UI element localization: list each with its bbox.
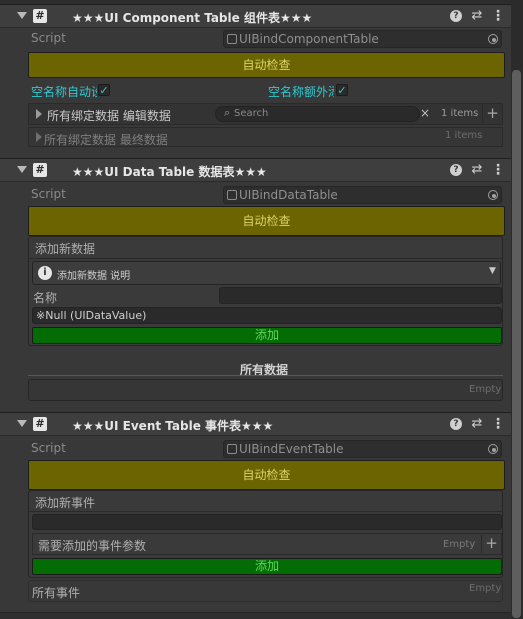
empty-label: Empty [469, 384, 502, 395]
name-input[interactable] [219, 287, 502, 304]
script-name: UIBindEventTable [239, 442, 344, 456]
divider [29, 258, 502, 259]
script-asset-icon [227, 34, 237, 44]
add-event-button[interactable]: 添加 [32, 558, 502, 575]
preset-icon[interactable]: ⇄ [470, 415, 484, 433]
script-name: UIBindDataTable [239, 188, 338, 202]
expand-arrow-icon[interactable] [36, 109, 42, 119]
empty-name-auto-checkbox[interactable]: ✓ [98, 84, 110, 96]
add-event-panel: 添加新事件 需要添加的事件参数 Empty + 添加 [28, 490, 503, 578]
add-param-icon[interactable]: + [481, 535, 501, 553]
script-label: Script [31, 187, 66, 201]
final-data-label: 所有绑定数据 最终数据 [44, 133, 168, 147]
script-label: Script [31, 441, 66, 455]
context-menu-icon[interactable]: ⋮ [491, 161, 505, 179]
event-input[interactable] [32, 514, 502, 530]
script-badge-icon: # [33, 417, 47, 431]
script-field[interactable]: UIBindComponentTable [223, 30, 502, 48]
component-title: ★★★UI Component Table 组件表★★★ [72, 11, 313, 25]
fold-arrow-icon[interactable] [17, 420, 27, 427]
search-placeholder: Search [234, 108, 269, 119]
context-menu-icon[interactable]: ⋮ [491, 415, 505, 433]
auto-check-button[interactable]: 自动检查 [28, 52, 505, 78]
info-icon: i [38, 266, 52, 280]
edit-data-list-header[interactable]: 所有绑定数据 编辑数据 ⌕ Search × 1 items + [28, 103, 503, 125]
event-params-label: 需要添加的事件参数 [38, 539, 147, 553]
empty-name-extra-checkbox[interactable]: ✓ [336, 84, 348, 96]
component-header-event-table[interactable]: # ★★★UI Event Table 事件表★★★ ? ⇄ ⋮ [0, 412, 511, 436]
name-label: 名称 [33, 291, 58, 305]
empty-name-auto-label: 空名称自动设 [31, 85, 97, 99]
context-menu-icon[interactable]: ⋮ [491, 7, 505, 25]
help-icon[interactable]: ? [450, 10, 462, 22]
edit-data-label: 所有绑定数据 编辑数据 [47, 109, 171, 123]
preset-icon[interactable]: ⇄ [470, 161, 484, 179]
final-data-list-header[interactable]: 所有绑定数据 最终数据 1 items [28, 127, 503, 147]
script-badge-icon: # [33, 9, 47, 23]
search-clear-icon[interactable]: × [420, 106, 430, 120]
component-header-component-table[interactable]: # ★★★UI Component Table 组件表★★★ ? ⇄ ⋮ [0, 4, 511, 28]
info-dropdown-label: 添加新数据 说明 [57, 271, 131, 282]
preset-icon[interactable]: ⇄ [470, 7, 484, 25]
fold-arrow-icon[interactable] [17, 12, 27, 19]
fold-arrow-icon[interactable] [17, 166, 27, 173]
object-picker-icon[interactable] [488, 34, 498, 44]
chevron-down-icon[interactable]: ▼ [489, 266, 496, 276]
script-asset-icon [227, 190, 237, 200]
script-name: UIBindComponentTable [239, 32, 379, 46]
script-asset-icon [227, 444, 237, 454]
data-value-field[interactable]: ※Null (UIDataValue) [32, 307, 502, 324]
items-count: 1 items [441, 108, 479, 119]
search-input[interactable]: ⌕ Search [215, 106, 420, 122]
all-events-list[interactable]: 所有事件 Empty [28, 580, 503, 602]
add-data-panel: 添加新数据 i 添加新数据 说明 ▼ 名称 ※Null (UIDataValue… [28, 236, 503, 346]
script-label: Script [31, 31, 66, 45]
scrollbar-thumb[interactable] [512, 70, 521, 618]
empty-name-extra-label: 空名称额外添 [268, 85, 334, 99]
empty-label: Empty [469, 583, 502, 594]
object-picker-icon[interactable] [488, 444, 498, 454]
auto-check-button[interactable]: 自动检查 [28, 460, 505, 490]
event-params-list[interactable]: 需要添加的事件参数 Empty + [32, 533, 502, 555]
all-data-list[interactable]: Empty [28, 379, 503, 401]
add-data-button[interactable]: 添加 [32, 327, 502, 344]
inspector-bottom-edge [0, 612, 511, 619]
params-empty-label: Empty [443, 539, 476, 550]
script-field[interactable]: UIBindDataTable [223, 186, 502, 204]
component-title: ★★★UI Event Table 事件表★★★ [72, 419, 274, 433]
auto-check-button[interactable]: 自动检查 [28, 206, 505, 236]
divider [29, 511, 502, 512]
add-item-icon[interactable]: + [482, 105, 502, 123]
component-title: ★★★UI Data Table 数据表★★★ [72, 165, 267, 179]
expand-arrow-icon[interactable] [36, 132, 42, 142]
info-dropdown[interactable]: i 添加新数据 说明 ▼ [32, 261, 501, 285]
help-icon[interactable]: ? [450, 418, 462, 430]
help-icon[interactable]: ? [450, 164, 462, 176]
object-picker-icon[interactable] [488, 190, 498, 200]
final-items-count: 1 items [445, 130, 483, 141]
divider [28, 375, 503, 376]
script-field[interactable]: UIBindEventTable [223, 440, 502, 458]
script-badge-icon: # [33, 163, 47, 177]
all-events-label: 所有事件 [32, 586, 81, 600]
component-header-data-table[interactable]: # ★★★UI Data Table 数据表★★★ ? ⇄ ⋮ [0, 158, 511, 182]
add-data-title: 添加新数据 [35, 242, 96, 256]
add-event-title: 添加新事件 [35, 496, 96, 510]
search-icon: ⌕ [224, 106, 231, 119]
